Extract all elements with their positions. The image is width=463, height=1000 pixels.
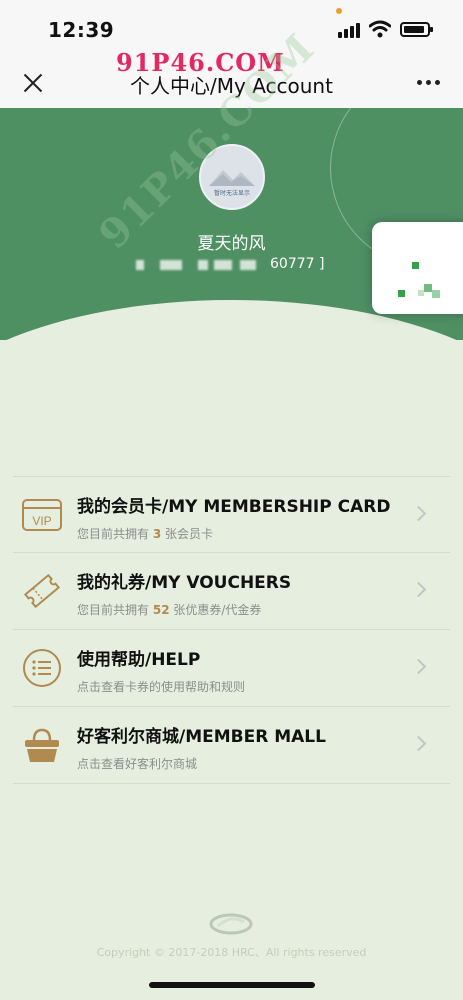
chevron-right-icon <box>410 735 427 752</box>
menu-item-membership-card[interactable]: VIP 我的会员卡/MY MEMBERSHIP CARD 您目前共拥有 3 张会… <box>13 476 450 553</box>
list-circle-icon <box>23 649 61 687</box>
menu-item-member-mall[interactable]: 好客利尔商城/MEMBER MALL 点击查看好客利尔商城 <box>13 707 450 784</box>
menu-item-title: 使用帮助/HELP <box>77 650 201 670</box>
menu-item-title: 好客利尔商城/MEMBER MALL <box>77 727 326 747</box>
member-id: 60777 ] <box>136 256 336 276</box>
menu-item-subtitle: 您目前共拥有 52 张优惠券/代金券 <box>77 603 262 617</box>
hrc-logo <box>209 913 253 935</box>
member-id-suffix: 60777 ] <box>270 256 325 272</box>
chevron-right-icon <box>410 658 427 675</box>
menu-item-help[interactable]: 使用帮助/HELP 点击查看卡券的使用帮助和规则 <box>13 630 450 707</box>
avatar-caption: 暂时无法显示 <box>213 190 250 197</box>
membership-card-count: 3 <box>152 527 162 541</box>
recording-dot-icon <box>336 8 342 14</box>
menu-item-title: 我的会员卡/MY MEMBERSHIP CARD <box>77 497 391 517</box>
member-qr-code[interactable] <box>372 222 463 314</box>
menu-item-subtitle: 点击查看卡券的使用帮助和规则 <box>77 680 246 694</box>
more-options-icon[interactable] <box>417 80 441 86</box>
copyright-text: Copyright © 2017-2018 HRC、All rights res… <box>96 946 367 959</box>
menu-item-subtitle: 您目前共拥有 3 张会员卡 <box>77 527 214 541</box>
menu-list: VIP 我的会员卡/MY MEMBERSHIP CARD 您目前共拥有 3 张会… <box>13 476 450 784</box>
menu-item-subtitle: 点击查看好客利尔商城 <box>77 757 198 771</box>
voucher-count: 52 <box>152 603 170 617</box>
wifi-icon <box>369 20 391 38</box>
vip-card-icon: VIP <box>22 499 62 531</box>
vip-icon-text: VIP <box>32 514 51 528</box>
cellular-signal-icon <box>338 22 364 38</box>
battery-icon <box>400 22 433 37</box>
chevron-right-icon <box>410 581 427 598</box>
menu-item-title: 我的礼券/MY VOUCHERS <box>77 573 292 593</box>
shopping-basket-icon <box>25 728 59 762</box>
chevron-right-icon <box>410 505 427 522</box>
menu-item-vouchers[interactable]: 我的礼券/MY VOUCHERS 您目前共拥有 52 张优惠券/代金券 <box>13 553 450 630</box>
home-indicator[interactable] <box>149 982 315 988</box>
status-time: 12:39 <box>48 18 115 42</box>
account-page: 12:39 个人中心/My Account 91P46.COM 暂时无法显示 夏… <box>0 0 463 1000</box>
voucher-ticket-icon <box>23 573 61 609</box>
